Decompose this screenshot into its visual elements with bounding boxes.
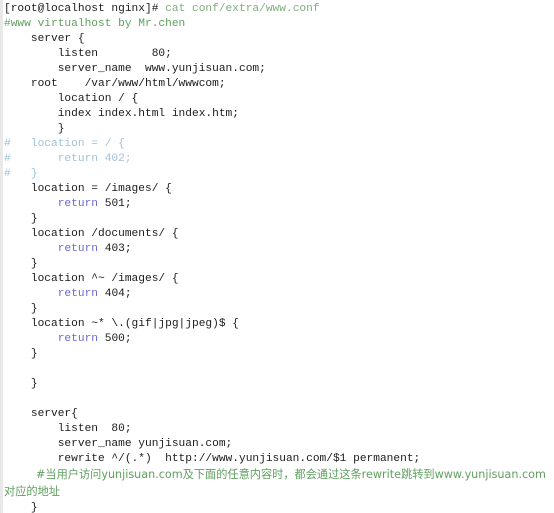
line-return-404-seg-1: return [57,288,99,300]
line-index-seg-0: index index.html index.htm; [4,108,239,120]
terminal-window: [root@localhost nginx]# cat conf/extra/w… [0,0,554,513]
line-return-501: return 501; [4,197,554,212]
line-listen-80: listen 80; [4,47,554,62]
line-close-documents: } [4,257,554,272]
line-commented-location-eq-seg-0: # location = / { [4,138,125,150]
line-close-images-eq-seg-0: } [4,213,38,225]
line-commented-close: # } [4,167,554,182]
line-return-403-seg-2: 403; [98,243,132,255]
line-listen-80-b: listen 80; [4,422,554,437]
line-return-403-seg-1: return [57,243,99,255]
line-close-server-1-seg-0: } [4,378,38,390]
line-location-images-eq-open-seg-0: location = /images/ { [4,183,172,195]
line-file-comment: #www virtualhost by Mr.chen [4,17,554,32]
line-return-500: return 500; [4,332,554,347]
line-prompt-seg-0: [root@localhost nginx]# [4,3,159,15]
line-root-seg-0: root /var/www/html/wwwcom; [4,78,226,90]
terminal-output: [root@localhost nginx]# cat conf/extra/w… [0,0,554,513]
line-close-server-1: } [4,377,554,392]
line-chinese-comment: #当用户访问yunjisuan.com及下面的任意内容时，都会通过这条rewri… [4,467,554,501]
line-prompt-seg-1: cat conf/extra/www.conf [158,3,320,15]
line-listen-80-b-seg-0: listen 80; [4,423,132,435]
line-location-images-prefix-open: location ^~ /images/ { [4,272,554,287]
line-blank-1 [4,362,554,377]
line-prompt: [root@localhost nginx]# cat conf/extra/w… [4,2,554,17]
line-chinese-comment-seg-0: #当用户访问yunjisuan.com及下面的任意内容时，都会通过这条rewri… [4,468,546,498]
line-close-server-2-seg-0: } [4,502,38,513]
line-close-images-prefix: } [4,302,554,317]
line-close-server-2: } [4,501,554,513]
line-close-images-eq: } [4,212,554,227]
line-file-comment-seg-0: #www virtualhost by Mr.chen [4,18,186,30]
line-blank-2 [4,392,554,407]
line-rewrite-seg-0: rewrite ^/(.*) http://www.yunjisuan.com/… [4,453,421,465]
line-return-404-seg-2: 404; [98,288,132,300]
line-location-documents-open-seg-0: location /documents/ { [4,228,179,240]
line-root: root /var/www/html/wwwcom; [4,77,554,92]
line-location-root-open: location / { [4,92,554,107]
line-return-500-seg-0 [4,333,58,345]
line-server2-open-seg-0: server{ [4,408,78,420]
line-commented-close-seg-0: # } [4,168,38,180]
line-location-root-close-seg-0: } [4,123,65,135]
line-server-name-www-seg-0: server_name www.yunjisuan.com; [4,63,266,75]
line-server2-open: server{ [4,407,554,422]
line-commented-return-402: # return 402; [4,152,554,167]
line-server-name-bare: server_name yunjisuan.com; [4,437,554,452]
line-location-root-close: } [4,122,554,137]
line-return-403-seg-0 [4,243,58,255]
line-commented-location-eq: # location = / { [4,137,554,152]
line-location-documents-open: location /documents/ { [4,227,554,242]
line-close-regex-seg-0: } [4,348,38,360]
line-return-501-seg-1: return [57,198,99,210]
line-location-images-prefix-open-seg-0: location ^~ /images/ { [4,273,179,285]
line-close-documents-seg-0: } [4,258,38,270]
line-server-open: server { [4,32,554,47]
line-location-regex-open-seg-0: location ~* \.(gif|jpg|jpeg)$ { [4,318,239,330]
line-index: index index.html index.htm; [4,107,554,122]
line-return-404: return 404; [4,287,554,302]
line-return-500-seg-1: return [57,333,99,345]
line-server-name-bare-seg-0: server_name yunjisuan.com; [4,438,233,450]
line-location-images-eq-open: location = /images/ { [4,182,554,197]
line-server-open-seg-0: server { [4,33,85,45]
line-return-501-seg-2: 501; [98,198,132,210]
line-close-images-prefix-seg-0: } [4,303,38,315]
line-listen-80-seg-0: listen 80; [4,48,172,60]
line-return-500-seg-2: 500; [98,333,132,345]
line-return-404-seg-0 [4,288,58,300]
line-rewrite: rewrite ^/(.*) http://www.yunjisuan.com/… [4,452,554,467]
line-return-501-seg-0 [4,198,58,210]
line-location-regex-open: location ~* \.(gif|jpg|jpeg)$ { [4,317,554,332]
line-location-root-open-seg-0: location / { [4,93,139,105]
line-close-regex: } [4,347,554,362]
line-commented-return-402-seg-0: # return 402; [4,153,132,165]
line-return-403: return 403; [4,242,554,257]
line-server-name-www: server_name www.yunjisuan.com; [4,62,554,77]
